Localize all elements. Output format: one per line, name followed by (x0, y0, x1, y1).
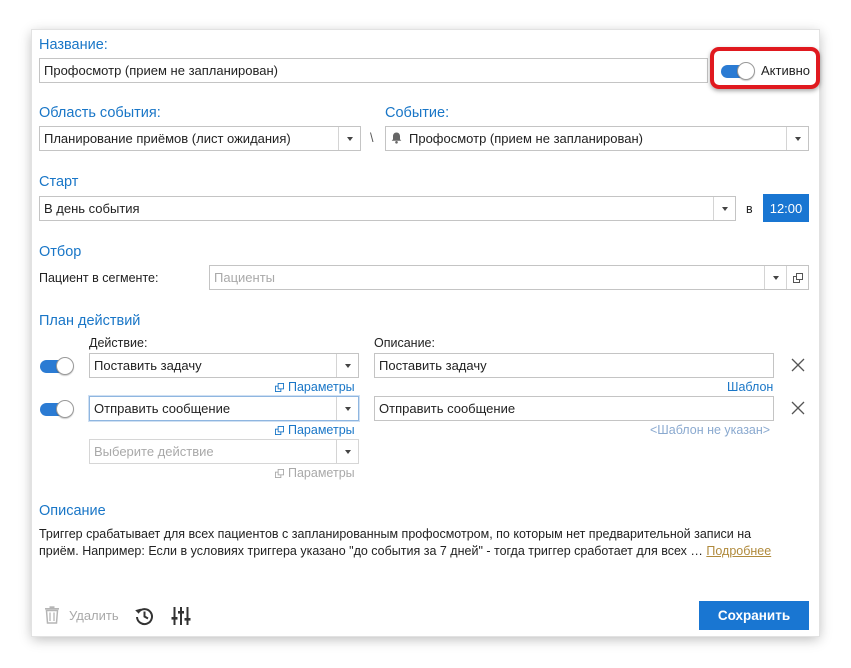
trash-icon (45, 606, 59, 624)
action-1-value: Поставить задачу (94, 358, 202, 373)
bell-icon (391, 132, 402, 144)
name-label: Название: (39, 37, 108, 53)
action-1-select[interactable]: Поставить задачу (89, 353, 359, 378)
start-label: Старт (39, 174, 79, 190)
name-input[interactable]: Профосмотр (прием не запланирован) (39, 58, 708, 83)
action-1-description-input[interactable]: Поставить задачу (374, 353, 774, 378)
history-icon[interactable] (134, 606, 154, 626)
params-label: Параметры (288, 423, 355, 437)
action-1-toggle[interactable] (40, 357, 74, 375)
chevron-down-icon (772, 275, 779, 280)
at-label: в (746, 202, 753, 216)
action-2-dropdown-button[interactable] (336, 397, 358, 420)
event-area-dropdown-button[interactable] (338, 127, 360, 150)
action-1-dropdown-button[interactable] (336, 354, 358, 377)
close-icon[interactable] (791, 358, 805, 372)
chevron-down-icon (344, 449, 351, 454)
segment-placeholder: Пациенты (214, 270, 275, 285)
new-action-dropdown-button[interactable] (336, 440, 358, 463)
event-select[interactable]: Профосмотр (прием не запланирован) (385, 126, 809, 151)
open-external-icon (792, 272, 803, 283)
params-label: Параметры (288, 380, 355, 394)
action-2-value: Отправить сообщение (94, 401, 231, 416)
event-area-value: Планирование приёмов (лист ожидания) (44, 131, 291, 146)
action-2-params-link[interactable]: Параметры (275, 423, 355, 437)
settings-sliders-icon[interactable] (171, 606, 191, 626)
chevron-down-icon (344, 406, 351, 411)
params-label: Параметры (288, 466, 355, 480)
action-1-template-link[interactable]: Шаблон (727, 380, 773, 394)
segment-open-button[interactable] (786, 266, 808, 289)
chevron-down-icon (344, 363, 351, 368)
event-dropdown-button[interactable] (786, 127, 808, 150)
description-line-1: Триггер срабатывает для всех пациентов с… (39, 527, 752, 541)
delete-label: Удалить (69, 607, 119, 623)
close-icon[interactable] (791, 401, 805, 415)
event-label: Событие: (385, 105, 450, 121)
chevron-down-icon (346, 136, 353, 141)
action-1-params-link[interactable]: Параметры (275, 380, 355, 394)
new-action-placeholder: Выберите действие (94, 444, 214, 459)
save-button[interactable]: Сохранить (699, 601, 809, 630)
action-1-description-value: Поставить задачу (379, 358, 487, 373)
segment-label: Пациент в сегменте: (39, 271, 159, 285)
chevron-down-icon (794, 136, 801, 141)
action-2-template-link[interactable]: <Шаблон не указан> (650, 423, 770, 437)
action-2-description-input[interactable]: Отправить сообщение (374, 396, 774, 421)
action-2-description-value: Отправить сообщение (379, 401, 516, 416)
description-label: Описание (39, 503, 106, 519)
open-external-icon (275, 383, 284, 393)
more-link[interactable]: Подробнее (706, 544, 771, 558)
chevron-down-icon (721, 206, 728, 211)
start-value: В день события (44, 201, 140, 216)
start-dropdown-button[interactable] (713, 197, 735, 220)
toggle-knob (56, 400, 74, 418)
toggle-knob (56, 357, 74, 375)
name-input-value: Профосмотр (прием не запланирован) (44, 63, 279, 78)
open-external-icon (275, 426, 284, 436)
open-external-icon (275, 469, 284, 479)
description-header: Описание: (374, 336, 435, 350)
event-area-select[interactable]: Планирование приёмов (лист ожидания) (39, 126, 361, 151)
start-select[interactable]: В день события (39, 196, 736, 221)
action-header: Действие: (89, 336, 148, 350)
time-picker-button[interactable]: 12:00 (763, 194, 809, 222)
description-line-2: приём. Например: Если в условиях триггер… (39, 544, 703, 558)
event-value: Профосмотр (прием не запланирован) (409, 131, 644, 146)
separator: \ (370, 131, 374, 145)
action-2-select[interactable]: Отправить сообщение (89, 396, 359, 421)
filter-label: Отбор (39, 244, 82, 260)
delete-button[interactable]: Удалить (44, 606, 119, 624)
highlight-frame (710, 47, 820, 89)
segment-select[interactable]: Пациенты (209, 265, 809, 290)
new-action-select[interactable]: Выберите действие (89, 439, 359, 464)
new-action-params-link: Параметры (275, 466, 355, 480)
description-text: Триггер срабатывает для всех пациентов с… (39, 526, 809, 560)
segment-dropdown-button[interactable] (764, 266, 786, 289)
plan-label: План действий (39, 313, 141, 329)
action-2-toggle[interactable] (40, 400, 74, 418)
event-area-label: Область события: (39, 105, 161, 121)
